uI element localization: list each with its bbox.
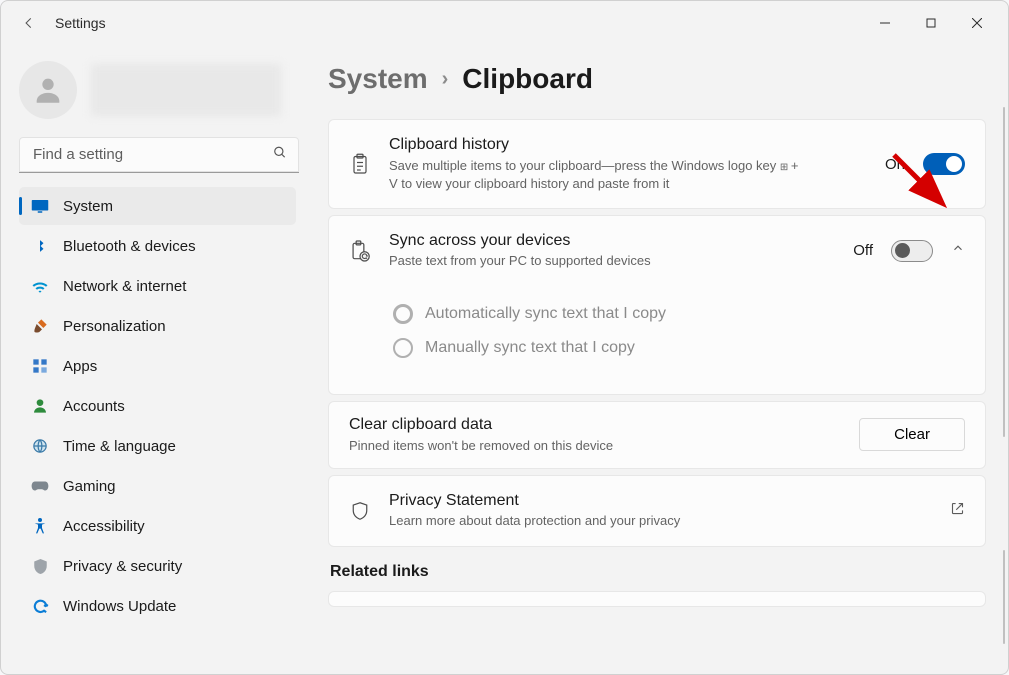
- scrollbar[interactable]: [1002, 105, 1005, 644]
- nav-bluetooth[interactable]: Bluetooth & devices: [19, 227, 296, 265]
- title-bar: Settings: [1, 1, 1008, 45]
- chevron-right-icon: ›: [442, 68, 449, 91]
- search-icon: [273, 146, 287, 165]
- nav-label: Windows Update: [63, 598, 176, 615]
- sync-option-auto: Automatically sync text that I copy: [393, 304, 965, 324]
- nav-label: Accessibility: [63, 518, 145, 535]
- nav-network[interactable]: Network & internet: [19, 267, 296, 305]
- radio-label: Automatically sync text that I copy: [425, 305, 666, 323]
- account-name-redacted: [91, 64, 281, 116]
- breadcrumb-current: Clipboard: [462, 63, 593, 95]
- card-sync-devices: Sync across your devices Paste text from…: [328, 215, 986, 395]
- bluetooth-icon: [31, 237, 49, 255]
- avatar: [19, 61, 77, 119]
- breadcrumb-parent[interactable]: System: [328, 63, 428, 95]
- clipboard-sync-icon: [349, 240, 371, 262]
- maximize-button[interactable]: [908, 7, 954, 39]
- nav-windows-update[interactable]: Windows Update: [19, 587, 296, 625]
- card-description: Save multiple items to your clipboard—pr…: [389, 157, 809, 192]
- card-title: Clipboard history: [389, 136, 867, 154]
- app-title: Settings: [55, 15, 106, 31]
- wifi-icon: [31, 277, 49, 295]
- gamepad-icon: [31, 477, 49, 495]
- nav-time-language[interactable]: Time & language: [19, 427, 296, 465]
- display-icon: [31, 197, 49, 215]
- search-box[interactable]: [19, 137, 299, 173]
- accessibility-icon: [31, 517, 49, 535]
- sync-devices-toggle[interactable]: [891, 240, 933, 262]
- back-button[interactable]: [17, 11, 41, 35]
- nav-system[interactable]: System: [19, 187, 296, 225]
- card-clear-clipboard: Clear clipboard data Pinned items won't …: [328, 401, 986, 470]
- shield-icon: [31, 557, 49, 575]
- shield-outline-icon: [349, 501, 371, 521]
- nav-personalization[interactable]: Personalization: [19, 307, 296, 345]
- nav-label: Apps: [63, 358, 97, 375]
- update-icon: [31, 597, 49, 615]
- card-description: Learn more about data protection and you…: [389, 512, 932, 530]
- external-link-icon: [950, 501, 965, 521]
- search-input[interactable]: [19, 137, 299, 173]
- nav-privacy[interactable]: Privacy & security: [19, 547, 296, 585]
- card-description: Paste text from your PC to supported dev…: [389, 252, 809, 270]
- radio-icon: [393, 338, 413, 358]
- card-privacy-statement[interactable]: Privacy Statement Learn more about data …: [328, 475, 986, 547]
- radio-label: Manually sync text that I copy: [425, 339, 635, 357]
- main-panel: System › Clipboard Clipboard history Sav…: [306, 45, 1008, 674]
- chevron-up-icon[interactable]: [951, 241, 965, 260]
- radio-icon: [393, 304, 413, 324]
- card-title: Privacy Statement: [389, 492, 932, 510]
- nav-label: Personalization: [63, 318, 166, 335]
- nav-accounts[interactable]: Accounts: [19, 387, 296, 425]
- card-title: Clear clipboard data: [349, 416, 841, 434]
- sidebar: System Bluetooth & devices Network & int…: [1, 45, 306, 674]
- close-button[interactable]: [954, 7, 1000, 39]
- annotation-arrow: [890, 151, 960, 226]
- brush-icon: [31, 317, 49, 335]
- card-description: Pinned items won't be removed on this de…: [349, 437, 841, 455]
- nav-label: Time & language: [63, 438, 176, 455]
- minimize-button[interactable]: [862, 7, 908, 39]
- related-links-header: Related links: [330, 563, 986, 581]
- globe-icon: [31, 437, 49, 455]
- card-title: Sync across your devices: [389, 232, 835, 250]
- clipboard-list-icon: [349, 153, 371, 175]
- nav-label: Network & internet: [63, 278, 186, 295]
- card-related-links[interactable]: [328, 591, 986, 607]
- nav-apps[interactable]: Apps: [19, 347, 296, 385]
- account-profile[interactable]: [19, 61, 296, 119]
- person-icon: [31, 397, 49, 415]
- nav-label: Privacy & security: [63, 558, 182, 575]
- card-clipboard-history: Clipboard history Save multiple items to…: [328, 119, 986, 209]
- nav-gaming[interactable]: Gaming: [19, 467, 296, 505]
- toggle-state-label: Off: [853, 242, 873, 259]
- clear-button[interactable]: Clear: [859, 418, 965, 451]
- sync-option-manual: Manually sync text that I copy: [393, 338, 965, 358]
- nav-accessibility[interactable]: Accessibility: [19, 507, 296, 545]
- nav-label: Gaming: [63, 478, 116, 495]
- nav-label: Bluetooth & devices: [63, 238, 196, 255]
- apps-icon: [31, 357, 49, 375]
- nav-label: System: [63, 198, 113, 215]
- breadcrumb: System › Clipboard: [328, 63, 986, 95]
- nav-label: Accounts: [63, 398, 125, 415]
